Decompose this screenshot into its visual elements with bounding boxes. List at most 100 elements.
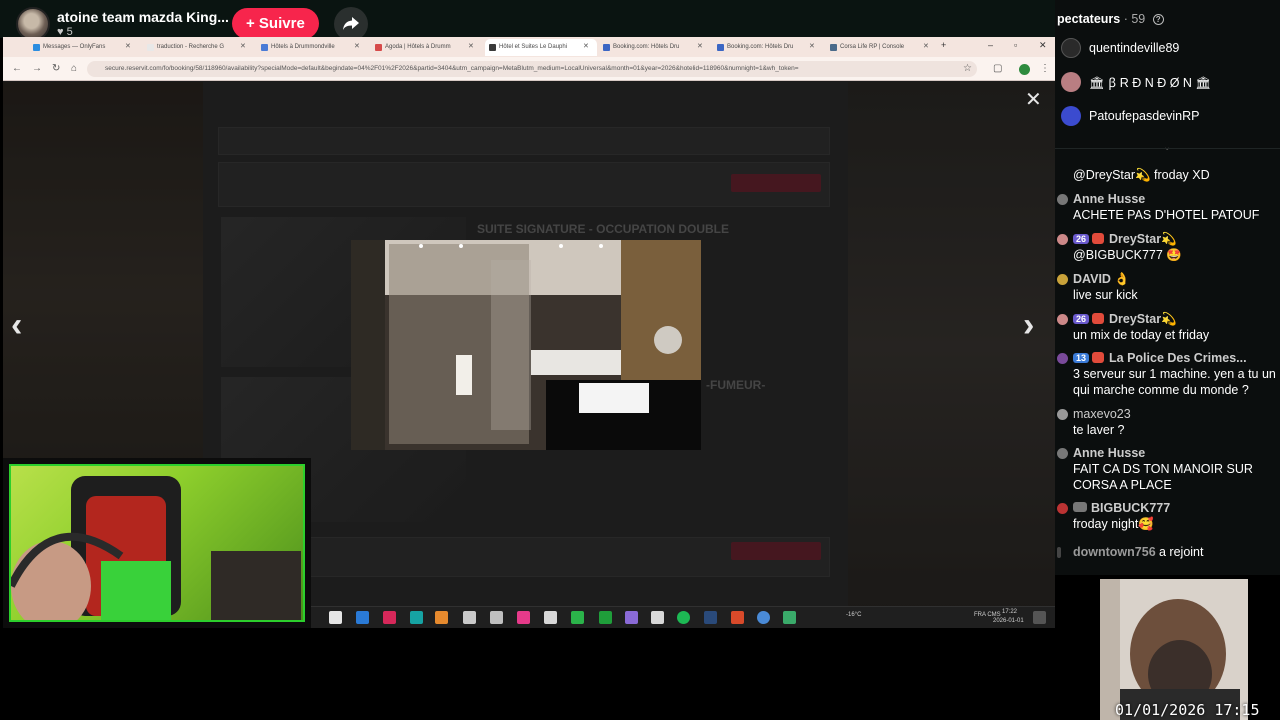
close-icon[interactable]: ✕: [468, 42, 474, 50]
spectators-header: pectateurs · 59 ?: [1057, 12, 1164, 26]
message-username[interactable]: maxevo23: [1073, 407, 1131, 421]
browser-tab[interactable]: traduction - Recherche G: [143, 39, 253, 56]
avatar: [1061, 72, 1081, 92]
join-username[interactable]: downtown756: [1073, 545, 1156, 559]
next-photo-icon[interactable]: ›: [1023, 306, 1034, 345]
username-text: La Police Des Crimes...: [1109, 351, 1247, 365]
browser-tab[interactable]: Booking.com: Hôtels Dru: [599, 39, 709, 56]
extensions-icon[interactable]: ▢: [993, 63, 1002, 74]
app-icon[interactable]: [571, 611, 584, 624]
chat-message: 13 La Police Des Crimes... 3 serveur sur …: [1055, 351, 1280, 403]
avatar: [1057, 234, 1068, 245]
url-field[interactable]: secure.reservit.com/fo/booking/58/118960…: [87, 61, 977, 77]
app-icon[interactable]: [625, 611, 638, 624]
browser-tab[interactable]: Hôtels à Drummondville: [257, 39, 367, 56]
message-username[interactable]: Anne Husse: [1073, 192, 1145, 206]
new-tab-icon[interactable]: +: [941, 40, 946, 50]
secondary-webcam-image: [1100, 579, 1248, 720]
bookmark-icon[interactable]: ☆: [963, 63, 972, 74]
chat-message: @DreyStar💫 froday XD: [1055, 168, 1280, 186]
close-icon[interactable]: ✕: [697, 42, 703, 50]
browser-tab-active[interactable]: Hôtel et Suites Le Dauphi: [485, 39, 597, 56]
help-icon[interactable]: ?: [1152, 14, 1164, 25]
app-icon[interactable]: [704, 611, 717, 624]
app-icon[interactable]: [651, 611, 664, 624]
minimize-icon[interactable]: –: [988, 40, 993, 50]
viewer-item[interactable]: 🏛 ꞵ R Ð N Ð Ø N 🏛: [1061, 71, 1211, 93]
viewer-name: quentindeville89: [1089, 41, 1180, 55]
tab-label: traduction - Recherche G: [157, 44, 225, 50]
follow-button[interactable]: + Suivre: [232, 8, 319, 39]
app-icon[interactable]: [544, 611, 557, 624]
profile-icon[interactable]: [1019, 64, 1030, 75]
tab-label: Messages — OnlyFans: [43, 44, 106, 50]
maximize-icon[interactable]: ▫: [1014, 40, 1017, 50]
chat-message: maxevo23 te laver ?: [1055, 407, 1280, 443]
app-icon[interactable]: [490, 611, 503, 624]
share-button[interactable]: [334, 7, 368, 41]
message-username[interactable]: 26 DreyStar💫: [1073, 312, 1177, 327]
stream-viewer: atoine team mazda King... ♥ 5 + Suivre M…: [0, 0, 1280, 720]
app-icon[interactable]: [783, 611, 796, 624]
close-icon[interactable]: ✕: [240, 42, 246, 50]
message-username[interactable]: 26 DreyStar💫: [1073, 232, 1177, 247]
clock-date[interactable]: 2026-01-01: [993, 618, 1024, 624]
viewer-name: 🏛 ꞵ R Ð N Ð Ø N 🏛: [1089, 75, 1212, 90]
heart-badge-icon: [1092, 233, 1105, 244]
heart-badge-icon: [1092, 352, 1105, 363]
message-text: FAIT CA DS TON MANOIR SUR: [1073, 462, 1253, 476]
close-lightbox-icon[interactable]: ✕: [1025, 90, 1042, 110]
avatar: [1061, 106, 1081, 126]
message-username[interactable]: Anne Husse: [1073, 446, 1145, 460]
spotify-icon[interactable]: [677, 611, 690, 624]
chat-message: Anne Husse FAIT CA DS TON MANOIR SUR COR…: [1055, 446, 1280, 498]
app-icon[interactable]: [435, 611, 448, 624]
close-window-icon[interactable]: ✕: [1039, 40, 1047, 51]
stream-timestamp: 01/01/2026 17:15: [1115, 701, 1260, 719]
streamer-avatar[interactable]: [16, 7, 50, 41]
streamer-webcam: [3, 458, 311, 628]
forward-icon[interactable]: →: [32, 63, 42, 74]
clock-time[interactable]: 17:22: [1002, 609, 1017, 615]
viewer-item[interactable]: PatoufepasdevinRP: [1061, 105, 1200, 127]
tab-label: Agoda | Hôtels à Drumm: [385, 44, 451, 50]
message-username[interactable]: DAVID 👌: [1073, 272, 1130, 287]
browser-taskbar-icon[interactable]: [757, 611, 770, 624]
message-username[interactable]: BIGBUCK777: [1073, 501, 1170, 515]
browser-tab[interactable]: Booking.com: Hôtels Dru: [713, 39, 823, 56]
app-icon[interactable]: [383, 611, 396, 624]
browser-tab[interactable]: Agoda | Hôtels à Drumm: [371, 39, 481, 56]
viewer-item[interactable]: quentindeville89: [1061, 37, 1179, 59]
notification-icon[interactable]: [1033, 611, 1046, 624]
app-icon[interactable]: [599, 611, 612, 624]
avatar: [1061, 38, 1081, 58]
close-icon[interactable]: ✕: [583, 42, 589, 50]
message-text: @DreyStar💫 froday XD: [1073, 168, 1210, 182]
app-icon[interactable]: [517, 611, 530, 624]
home-icon[interactable]: ⌂: [71, 63, 77, 74]
chat-join-notice: downtown756 a rejoint: [1055, 545, 1280, 563]
tab-favicon-icon: [717, 44, 724, 51]
close-icon[interactable]: ✕: [125, 42, 131, 50]
stream-title[interactable]: atoine team mazda King...: [57, 9, 229, 25]
message-username[interactable]: 13 La Police Des Crimes...: [1073, 351, 1247, 365]
app-icon[interactable]: [410, 611, 423, 624]
app-icon[interactable]: [329, 611, 342, 624]
previous-photo-icon[interactable]: ‹: [11, 306, 22, 345]
close-icon[interactable]: ✕: [923, 42, 929, 50]
message-text: CORSA A PLACE: [1073, 478, 1172, 492]
back-icon[interactable]: ←: [12, 63, 22, 74]
app-icon[interactable]: [356, 611, 369, 624]
browser-tab[interactable]: Corsa Life RP | Console: [826, 39, 936, 56]
app-icon[interactable]: [731, 611, 744, 624]
sub-badge: 26: [1073, 314, 1090, 324]
chat-message: BIGBUCK777 froday night🥰: [1055, 501, 1280, 537]
reload-icon[interactable]: ↻: [52, 63, 60, 74]
app-icon[interactable]: [463, 611, 476, 624]
browser-tab[interactable]: Messages — OnlyFans: [29, 39, 139, 56]
weather-temp[interactable]: -16°C: [846, 612, 861, 618]
chat-message: DAVID 👌 live sur kick: [1055, 272, 1280, 308]
menu-icon[interactable]: ⋮: [1040, 63, 1050, 74]
close-icon[interactable]: ✕: [354, 42, 360, 50]
close-icon[interactable]: ✕: [809, 42, 815, 50]
